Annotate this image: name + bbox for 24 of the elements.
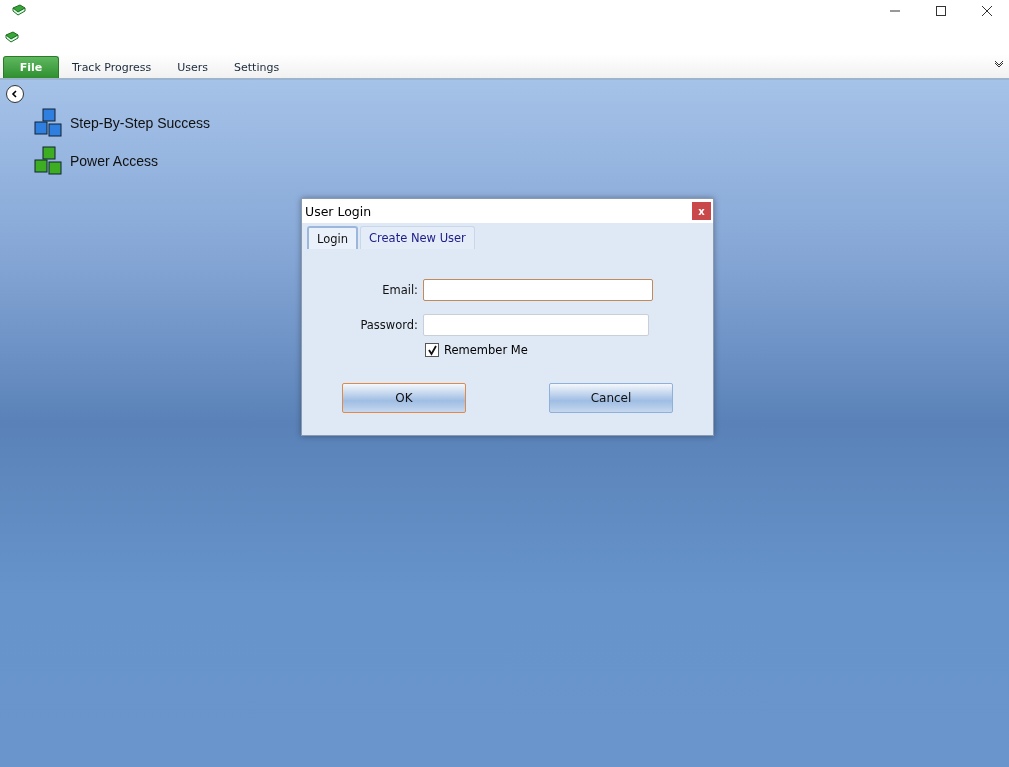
close-icon[interactable] bbox=[982, 6, 992, 16]
close-button[interactable]: x bbox=[692, 202, 711, 220]
checkbox[interactable] bbox=[425, 343, 439, 357]
nav-item[interactable]: Power Access bbox=[70, 153, 158, 169]
field-label: Password: bbox=[359, 318, 419, 332]
field-label: Email: bbox=[381, 283, 419, 297]
dialog-button[interactable]: Cancel bbox=[549, 383, 673, 413]
input-field[interactable] bbox=[423, 279, 653, 301]
menu-tab[interactable]: Settings bbox=[221, 56, 293, 78]
book-icon[interactable] bbox=[5, 31, 19, 43]
checkbox-label: Remember Me bbox=[444, 343, 528, 357]
dialog-tab[interactable]: Create New User bbox=[360, 226, 475, 249]
chevron-down-icon[interactable] bbox=[994, 60, 1004, 68]
dialog-tab[interactable]: Login bbox=[307, 226, 359, 249]
back-button[interactable] bbox=[6, 85, 24, 103]
nav-item[interactable]: Step-By-Step Success bbox=[70, 115, 211, 131]
dialog-button[interactable]: OK bbox=[342, 383, 466, 413]
input-field[interactable] bbox=[423, 314, 649, 336]
chevron-left-icon bbox=[11, 90, 19, 98]
menu-tab[interactable]: Users bbox=[164, 56, 222, 78]
maximize-icon[interactable] bbox=[936, 6, 946, 16]
dialog-title: User Login bbox=[305, 203, 372, 219]
book-icon bbox=[12, 4, 26, 16]
menu-tab[interactable]: Track Progress bbox=[59, 56, 165, 78]
